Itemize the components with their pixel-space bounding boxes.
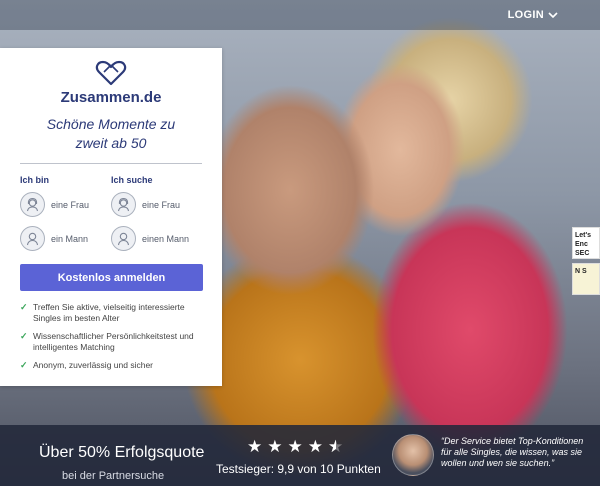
tagline: Schöne Momente zu zweit ab 50 (20, 115, 202, 153)
i-am-man-option[interactable]: ein Mann (20, 225, 111, 252)
signup-card: Zusammen.de Schöne Momente zu zweit ab 5… (0, 48, 222, 386)
check-icon: ✓ (20, 360, 28, 370)
half-star-icon: ★ (328, 438, 343, 455)
trust-seal-text: N S (575, 268, 587, 275)
feature-line: intelligentes Matching (33, 342, 115, 352)
tagline-line-2: zweit ab 50 (75, 135, 147, 151)
feature-line: Wissenschaftlicher Persönlichkeitstest u… (33, 331, 194, 341)
man-avatar-icon (20, 226, 45, 251)
login-label: LOGIN (507, 9, 544, 21)
looking-for-heading: Ich suche (111, 175, 153, 185)
signup-button[interactable]: Kostenlos anmelden (20, 264, 203, 291)
ssl-badge-text: Let's Enc SEC (575, 232, 592, 257)
star-icon: ★ (307, 437, 323, 456)
option-label: ein Mann (51, 233, 89, 244)
rating-stars: ★ ★ ★ ★ ★ (247, 438, 343, 455)
feature-list: ✓ Treffen Sie aktive, vielseitig interes… (20, 302, 202, 371)
woman-avatar-icon (111, 192, 136, 217)
feature-line: Anonym, zuverlässig und sicher (33, 360, 154, 370)
login-button[interactable]: LOGIN (508, 9, 558, 21)
tagline-line-1: Schöne Momente zu (46, 116, 176, 132)
divider (20, 163, 202, 164)
woman-avatar-icon (20, 192, 45, 217)
testimonial-avatar (392, 434, 434, 476)
looking-for-column: Ich suche eine Frau einen Mann (111, 175, 202, 259)
gender-selection: Ich bin eine Frau ein Mann Ich suche ein… (20, 175, 202, 259)
success-rate-headline: Über 50% Erfolgsquote (39, 444, 205, 461)
star-icon: ★ (287, 437, 303, 456)
heart-logo-icon (95, 60, 127, 86)
option-label: eine Frau (142, 199, 181, 210)
man-avatar-icon (111, 226, 136, 251)
check-icon: ✓ (20, 331, 28, 341)
check-icon: ✓ (20, 302, 28, 312)
trust-bar: Über 50% Erfolgsquote bei der Partnersuc… (0, 425, 600, 486)
list-item: ✓ Treffen Sie aktive, vielseitig interes… (20, 302, 202, 324)
test-winner-text: Testsieger: 9,9 von 10 Punkten (216, 462, 381, 476)
ssl-badge[interactable]: Let's Enc SEC (572, 227, 600, 259)
option-label: einen Mann (142, 233, 190, 244)
chevron-down-icon (548, 11, 558, 18)
success-rate-subline: bei der Partnersuche (62, 470, 165, 482)
brand-name: Zusammen.de (60, 89, 162, 106)
trust-seal-badge[interactable]: N S (572, 263, 600, 295)
star-icon: ★ (247, 437, 263, 456)
looking-for-woman-option[interactable]: eine Frau (111, 191, 202, 218)
list-item: ✓ Anonym, zuverlässig und sicher (20, 360, 202, 371)
star-icon: ★ (267, 437, 283, 456)
feature-line: Singles im besten Alter (33, 313, 120, 323)
looking-for-man-option[interactable]: einen Mann (111, 225, 202, 252)
i-am-woman-option[interactable]: eine Frau (20, 191, 111, 218)
top-bar: LOGIN (0, 0, 600, 30)
feature-line: Treffen Sie aktive, vielseitig interessi… (33, 302, 185, 312)
option-label: eine Frau (51, 199, 90, 210)
testimonial-quote: “Der Service bietet Top-Konditionen für … (441, 436, 584, 468)
i-am-column: Ich bin eine Frau ein Mann (20, 175, 111, 259)
list-item: ✓ Wissenschaftlicher Persönlichkeitstest… (20, 331, 202, 353)
i-am-heading: Ich bin (20, 175, 49, 185)
